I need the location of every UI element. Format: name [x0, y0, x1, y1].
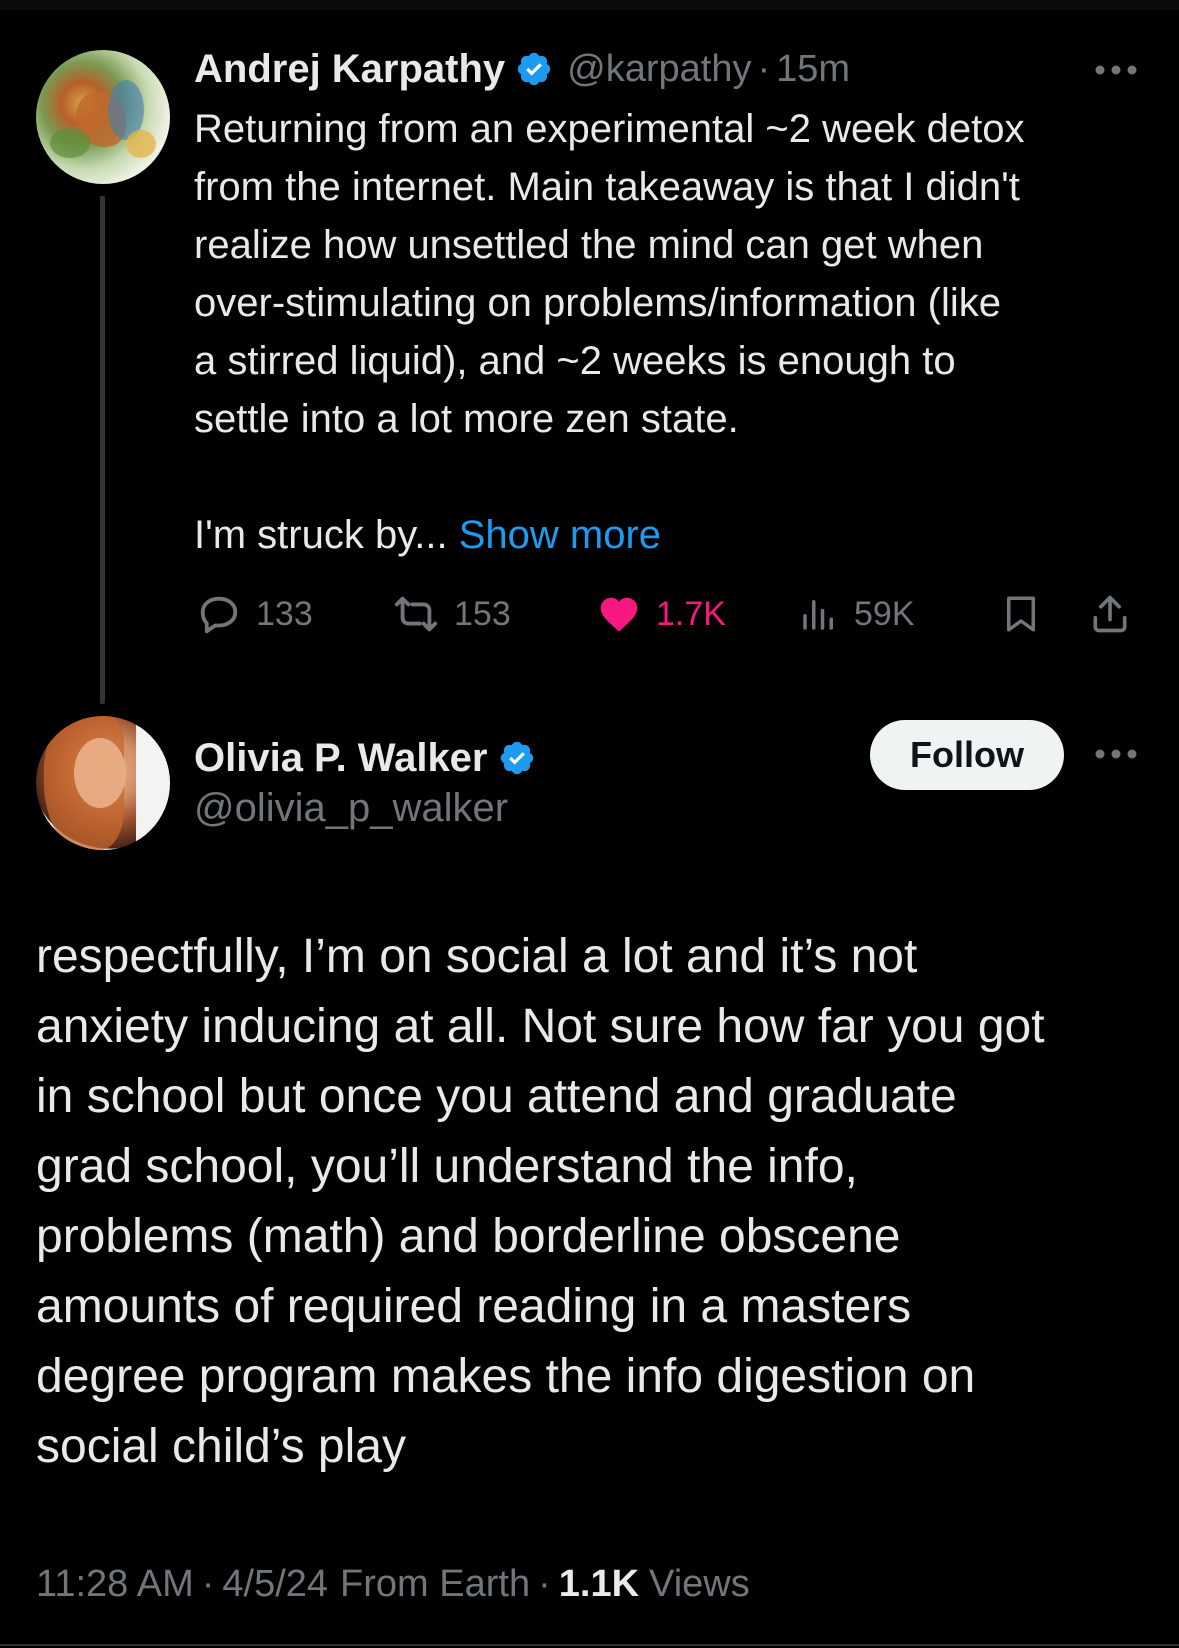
reply-time[interactable]: 11:28 AM [36, 1563, 194, 1606]
share-icon [1093, 595, 1127, 633]
verified-badge-icon [517, 52, 551, 86]
meta-separator: · [201, 1562, 215, 1605]
show-more-link[interactable]: Show more [459, 513, 661, 557]
more-options-icon[interactable] [1094, 748, 1138, 760]
reply-handle[interactable]: @olivia_p_walker [194, 786, 508, 831]
views-icon [803, 600, 833, 630]
parent-timestamp[interactable]: 15m [776, 48, 850, 91]
like-button[interactable]: 1.7K [596, 588, 726, 640]
views-count: 59K [854, 594, 915, 633]
repost-icon [394, 596, 438, 632]
reply-icon [200, 596, 238, 634]
like-heart-icon [600, 597, 638, 632]
thread-connector-line [100, 196, 105, 704]
bookmark-icon [1007, 596, 1035, 632]
like-count: 1.7K [656, 594, 726, 633]
avatar-karpathy[interactable] [36, 50, 170, 184]
bottom-divider [0, 1644, 1179, 1646]
parent-tweet-text: Returning from an experimental ~2 week d… [194, 107, 1025, 441]
reply-tweet-header: Olivia P. Walker [194, 732, 536, 784]
follow-button[interactable]: Follow [870, 720, 1064, 790]
parent-tweet-header: Andrej Karpathy @karpathy · 15m [194, 44, 850, 94]
reply-tweet-text: respectfully, I’m on social a lot and it… [36, 930, 1045, 1473]
reply-views-label: Views [649, 1562, 750, 1605]
meta-separator: · [538, 1562, 551, 1605]
reply-count: 133 [256, 594, 313, 633]
more-options-icon[interactable] [1094, 64, 1138, 76]
header-separator: · [757, 47, 771, 90]
reply-date[interactable]: 4/5/24 [222, 1563, 328, 1606]
reply-source: From Earth [340, 1562, 531, 1605]
bookmark-button[interactable] [1000, 588, 1042, 640]
reply-display-name[interactable]: Olivia P. Walker [194, 736, 488, 781]
reply-metadata: 11:28 AM · 4/5/24 From Earth · 1.1K View… [36, 1554, 750, 1614]
avatar-olivia[interactable] [36, 716, 170, 850]
reply-views-count: 1.1K [558, 1562, 640, 1605]
repost-count: 153 [454, 594, 511, 633]
verified-badge-icon [500, 741, 533, 775]
parent-tweet-continuation: I'm struck by... Show more [194, 506, 661, 564]
share-button[interactable] [1088, 588, 1132, 640]
views-button[interactable]: 59K [798, 588, 915, 640]
top-edge [0, 0, 1179, 10]
reply-button[interactable]: 133 [196, 588, 313, 640]
repost-button[interactable]: 153 [392, 588, 511, 640]
parent-display-name[interactable]: Andrej Karpathy [194, 47, 505, 92]
parent-handle[interactable]: @karpathy [567, 48, 751, 91]
truncated-text: I'm struck by... [194, 513, 448, 557]
